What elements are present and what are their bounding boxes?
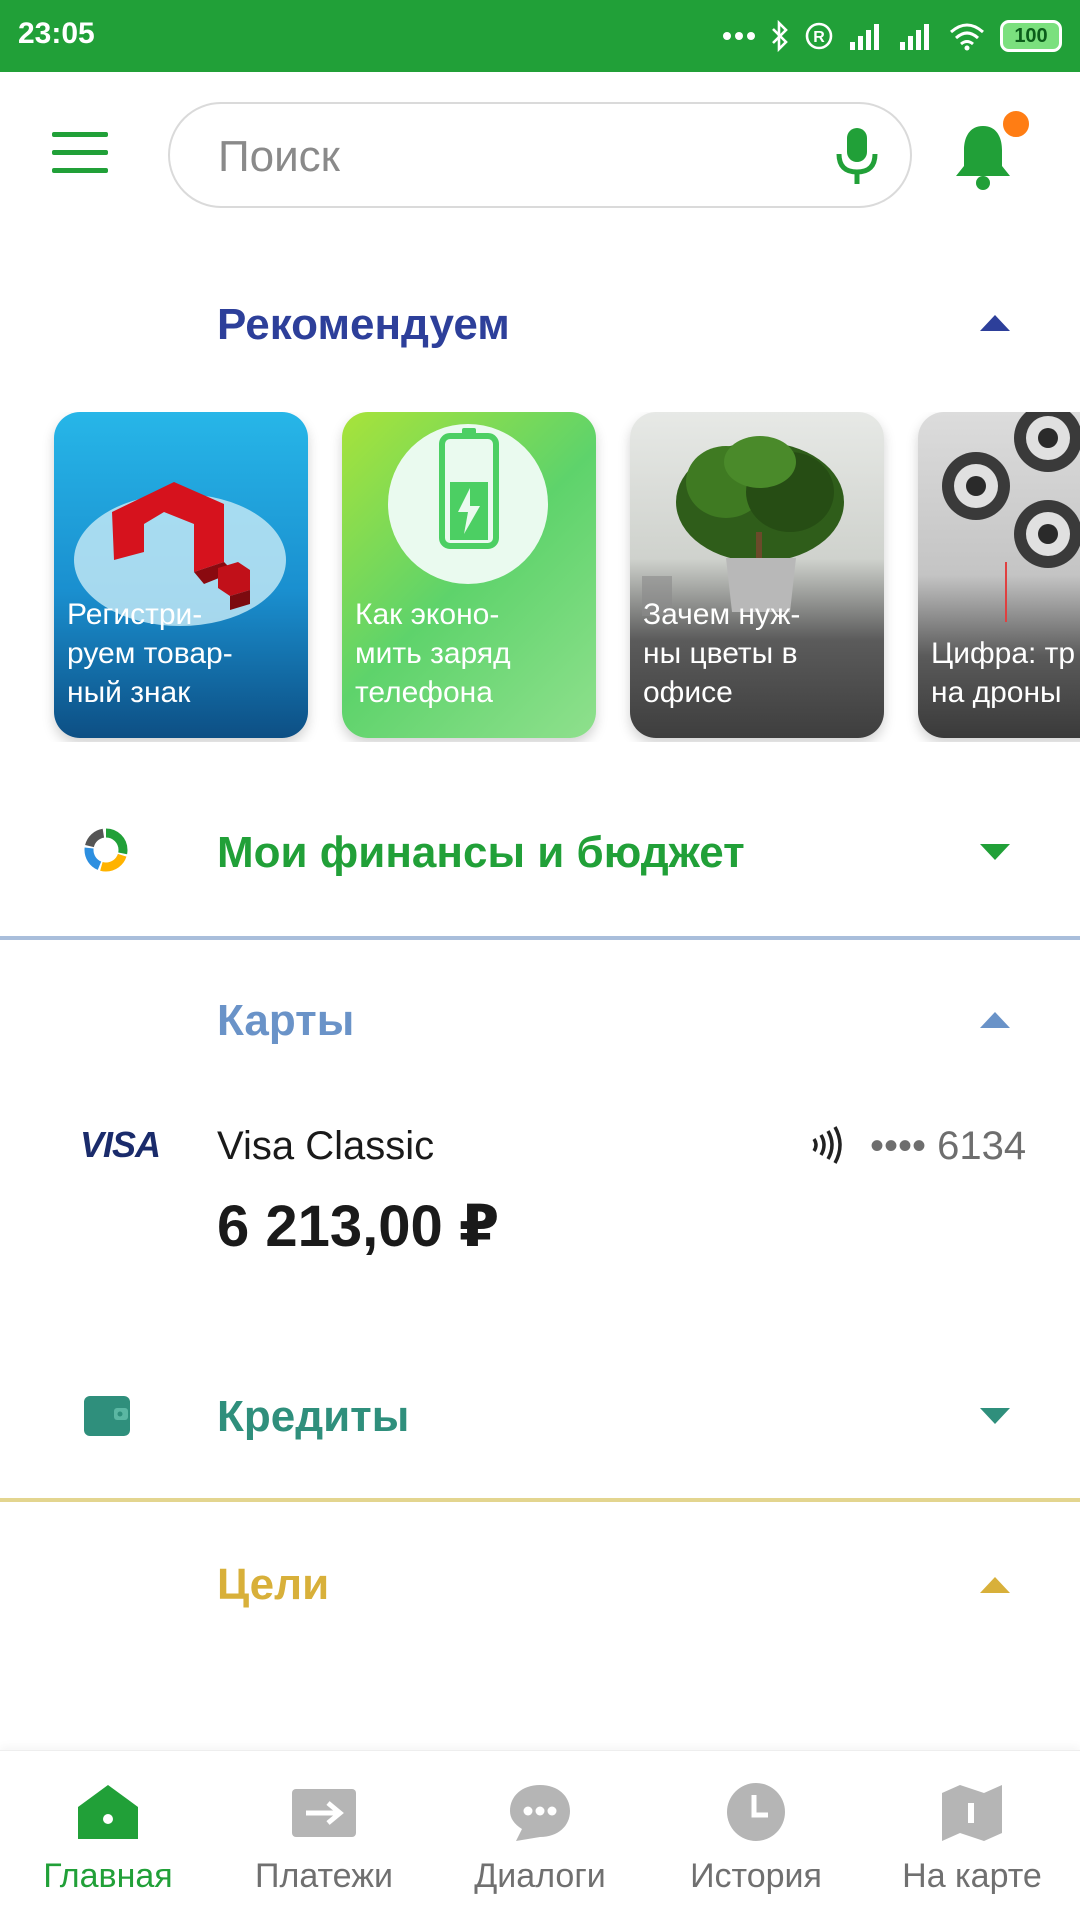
nav-map[interactable]: На карте xyxy=(864,1751,1080,1920)
search-input[interactable]: Поиск xyxy=(168,102,912,208)
signal-icon xyxy=(850,24,879,50)
recommend-card-battery[interactable]: Как эконо- мить заряд телефона xyxy=(342,412,596,738)
more-dots-icon xyxy=(723,32,755,40)
visa-logo: VISA xyxy=(80,1124,161,1165)
status-time: 23:05 xyxy=(18,17,95,50)
cards-title: Карты xyxy=(217,996,355,1045)
nav-label: История xyxy=(690,1857,822,1895)
chevron-up-icon[interactable] xyxy=(980,1010,1010,1030)
finance-donut-icon xyxy=(84,828,128,872)
nav-history[interactable]: История xyxy=(648,1751,864,1920)
bottom-navigation: Главная Платежи Диалоги История На карте xyxy=(0,1750,1080,1920)
nav-payments[interactable]: Платежи xyxy=(216,1751,432,1920)
status-icons: R 100 xyxy=(722,16,1062,56)
status-bar: 23:05 R 100 xyxy=(0,0,1080,72)
chevron-down-icon[interactable] xyxy=(980,842,1010,862)
recommend-card-trademark[interactable]: Регистри- руем товар- ный знак xyxy=(54,412,308,738)
registered-icon: R xyxy=(805,22,833,50)
chevron-up-icon[interactable] xyxy=(980,313,1010,333)
chevron-down-icon[interactable] xyxy=(980,1406,1010,1426)
nav-label: Платежи xyxy=(255,1857,393,1895)
card-caption: Регистри- руем товар- ный знак xyxy=(67,598,233,709)
card-name: Visa Classic xyxy=(217,1124,435,1168)
svg-text:R: R xyxy=(813,29,825,46)
menu-button[interactable] xyxy=(52,132,112,176)
finance-title[interactable]: Мои финансы и бюджет xyxy=(217,828,745,878)
payments-arrow-icon xyxy=(292,1789,356,1837)
card-caption: Цифра: тр на дроны xyxy=(931,637,1076,709)
chevron-up-icon[interactable] xyxy=(980,1575,1010,1595)
card-caption: Зачем нуж- ны цветы в офисе xyxy=(643,598,801,709)
bluetooth-icon xyxy=(772,20,788,52)
credits-title[interactable]: Кредиты xyxy=(217,1392,409,1442)
wallet-icon xyxy=(84,1396,130,1436)
contactless-icon xyxy=(812,1126,842,1164)
card-number: •••• 6134 xyxy=(870,1124,1027,1168)
recommend-card-drones[interactable]: Цифра: тр на дроны xyxy=(918,412,1080,738)
header: Поиск xyxy=(0,72,1080,242)
signal-icon-2 xyxy=(900,24,929,50)
nav-home[interactable]: Главная xyxy=(0,1751,216,1920)
dialogs-bubble-icon xyxy=(510,1785,570,1841)
search-placeholder: Поиск xyxy=(218,132,340,181)
card-balance: 6 213,00 ₽ xyxy=(217,1194,500,1259)
history-clock-icon xyxy=(727,1783,785,1841)
section-divider xyxy=(0,936,1080,940)
nav-label: Главная xyxy=(43,1857,173,1895)
map-icon xyxy=(942,1785,1002,1841)
card-caption: Как эконо- мить заряд телефона xyxy=(355,598,511,709)
microphone-icon[interactable] xyxy=(834,126,880,188)
home-icon xyxy=(78,1785,138,1839)
nav-dialogs[interactable]: Диалоги xyxy=(432,1751,648,1920)
recommend-card-plant[interactable]: Зачем нуж- ны цветы в офисе xyxy=(630,412,884,738)
goals-title: Цели xyxy=(217,1560,330,1609)
nav-label: Диалоги xyxy=(474,1857,606,1895)
nav-label: На карте xyxy=(902,1857,1042,1895)
notification-dot xyxy=(1000,108,1032,140)
section-divider xyxy=(0,1498,1080,1502)
recommend-carousel[interactable]: Регистри- руем товар- ный знак Как эконо… xyxy=(0,412,1080,742)
battery-icon: 100 xyxy=(1000,20,1062,52)
wifi-icon xyxy=(950,23,984,51)
recommend-title: Рекомендуем xyxy=(217,300,510,349)
